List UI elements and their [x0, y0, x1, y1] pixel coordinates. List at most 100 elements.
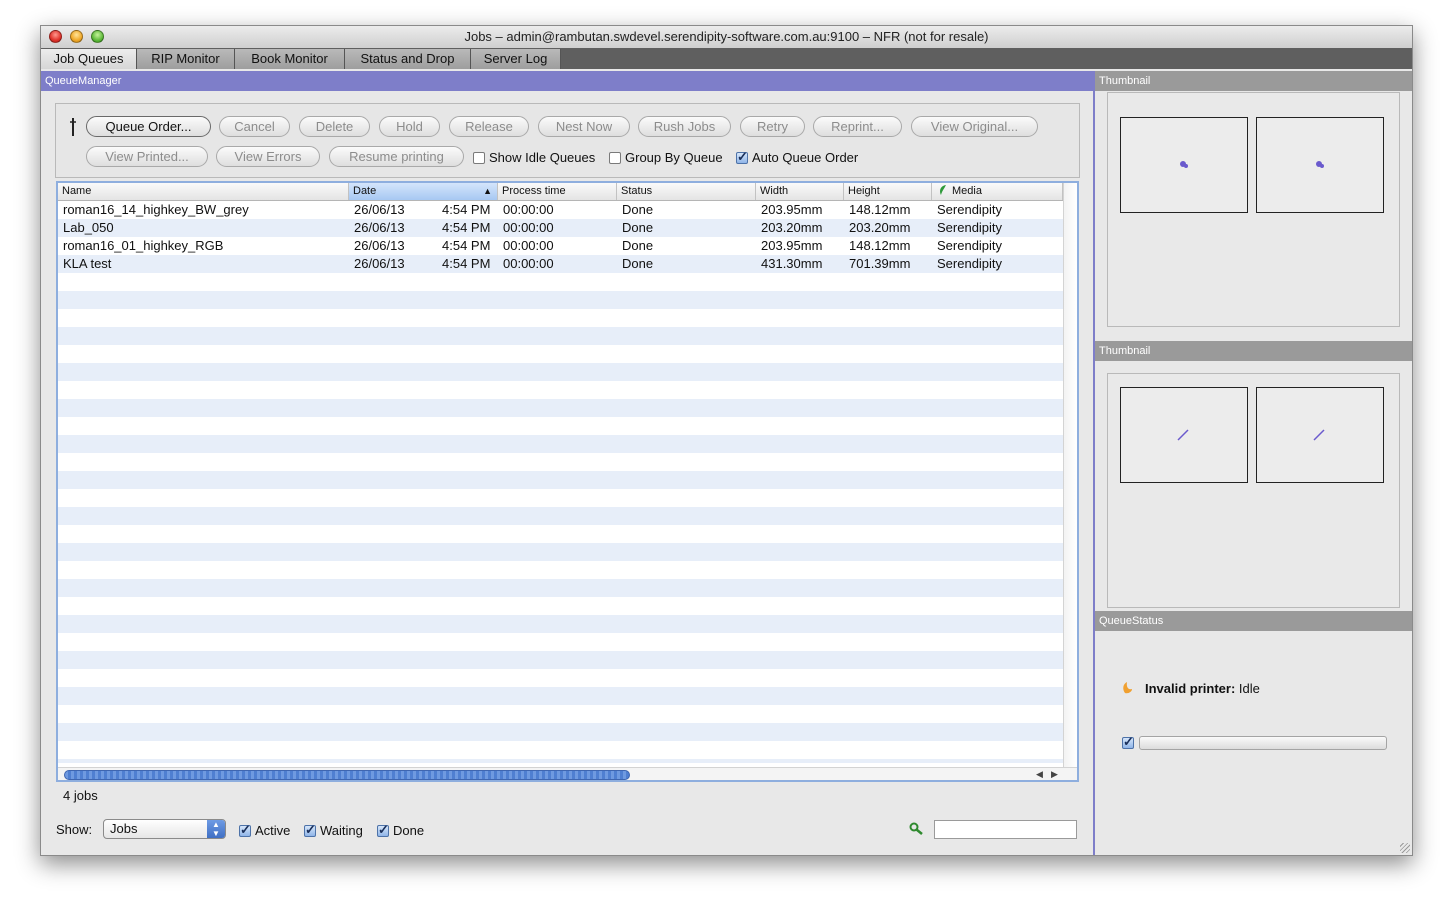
cell-height: 148.12mm: [849, 202, 911, 217]
cell-date: 26/06/13: [354, 202, 405, 217]
cell-process-time: 00:00:00: [503, 220, 554, 235]
tab-bar: Job Queues RIP Monitor Book Monitor Stat…: [41, 48, 1412, 69]
queue-order-button[interactable]: Queue Order...: [86, 116, 211, 137]
column-header-media[interactable]: Media: [932, 183, 1063, 200]
cell-name: roman16_01_highkey_RGB: [63, 238, 224, 253]
scroll-left-icon[interactable]: ◀: [1036, 769, 1043, 780]
scroll-right-icon[interactable]: ▶: [1051, 769, 1058, 780]
table-row[interactable]: roman16_01_highkey_RGB 26/06/13 4:54 PM …: [58, 237, 1063, 255]
cell-name: roman16_14_highkey_BW_grey: [63, 202, 249, 217]
cell-status: Done: [622, 202, 654, 217]
table-row[interactable]: KLA test 26/06/13 4:54 PM 00:00:00 Done …: [58, 255, 1063, 273]
rush-jobs-button[interactable]: Rush Jobs: [638, 116, 731, 137]
hold-button[interactable]: Hold: [379, 116, 440, 137]
thumbnail-mark: [1313, 429, 1325, 441]
thumbnail-header-1: Thumbnail: [1095, 71, 1412, 91]
cell-process-time: 00:00:00: [503, 202, 554, 217]
column-header-process-time[interactable]: Process time: [498, 183, 617, 200]
cell-time: 4:54 PM: [442, 220, 491, 235]
column-header-date[interactable]: Date ▲: [349, 183, 498, 200]
resume-printing-button[interactable]: Resume printing: [329, 146, 464, 167]
column-header-date-label: Date: [353, 185, 377, 197]
cell-process-time: 00:00:00: [503, 256, 554, 271]
search-input[interactable]: [934, 820, 1077, 839]
show-label: Show:: [56, 822, 93, 837]
tab-status-and-drop[interactable]: Status and Drop: [345, 49, 471, 69]
reprint-button[interactable]: Reprint...: [813, 116, 902, 137]
cell-media: Serendipity: [937, 202, 1003, 217]
window-title: Jobs – admin@rambutan.swdevel.serendipit…: [464, 29, 989, 44]
sort-ascending-icon: ▲: [483, 186, 492, 196]
cell-height: 701.39mm: [849, 256, 911, 271]
cell-date: 26/06/13: [354, 238, 405, 253]
thumbnail-image[interactable]: [1120, 117, 1248, 213]
column-header-name[interactable]: Name: [58, 183, 349, 200]
checkbox-box[interactable]: [377, 822, 389, 837]
tab-job-queues[interactable]: Job Queues: [41, 49, 137, 69]
retry-button[interactable]: Retry: [740, 116, 805, 137]
release-button[interactable]: Release: [449, 116, 529, 137]
drag-handle-icon[interactable]: [68, 116, 78, 138]
media-leaf-icon: [938, 184, 948, 202]
cell-status: Done: [622, 256, 654, 271]
checkbox-box[interactable]: [473, 152, 485, 164]
vertical-scrollbar[interactable]: [1063, 183, 1077, 767]
cell-width: 203.95mm: [761, 238, 823, 253]
tab-book-monitor[interactable]: Book Monitor: [235, 49, 345, 69]
printer-status: Invalid printer: Idle: [1145, 681, 1260, 696]
tab-rip-monitor[interactable]: RIP Monitor: [137, 49, 235, 69]
nest-now-button[interactable]: Nest Now: [538, 116, 630, 137]
view-original-button[interactable]: View Original...: [911, 116, 1038, 137]
queue-enabled-checkbox[interactable]: [1122, 734, 1134, 750]
auto-queue-order-checkbox[interactable]: Auto Queue Order: [736, 149, 858, 165]
checkbox-box[interactable]: [609, 152, 621, 164]
thumbnail-image[interactable]: [1256, 117, 1384, 213]
tab-server-log[interactable]: Server Log: [471, 49, 561, 69]
cell-width: 431.30mm: [761, 256, 823, 271]
horizontal-scroll-thumb[interactable]: [64, 770, 630, 780]
horizontal-scrollbar[interactable]: ◀ ▶: [58, 767, 1077, 780]
delete-button[interactable]: Delete: [299, 116, 370, 137]
jobs-table[interactable]: Name Date ▲ Process time Status Width He…: [56, 181, 1079, 782]
resize-grip-icon[interactable]: [1400, 843, 1410, 853]
table-header: Name Date ▲ Process time Status Width He…: [58, 183, 1063, 201]
thumbnail-image[interactable]: [1120, 387, 1248, 483]
checkbox-box[interactable]: [304, 822, 316, 837]
column-header-status[interactable]: Status: [617, 183, 756, 200]
view-errors-button[interactable]: View Errors: [216, 146, 320, 167]
active-filter-label: Active: [255, 823, 291, 838]
cell-date: 26/06/13: [354, 256, 405, 271]
printer-state: Idle: [1238, 681, 1260, 696]
show-idle-queues-checkbox[interactable]: Show Idle Queues: [473, 150, 595, 165]
queue-toolbar: Queue Order... Cancel Delete Hold Releas…: [55, 103, 1080, 178]
thumbnail-image[interactable]: [1256, 387, 1384, 483]
cell-status: Done: [622, 220, 654, 235]
cell-width: 203.95mm: [761, 202, 823, 217]
cell-height: 148.12mm: [849, 238, 911, 253]
cell-media: Serendipity: [937, 256, 1003, 271]
cell-date: 26/06/13: [354, 220, 405, 235]
checkbox-box[interactable]: [736, 149, 748, 164]
waiting-filter-checkbox[interactable]: Waiting: [304, 822, 363, 838]
table-row[interactable]: Lab_050 26/06/13 4:54 PM 00:00:00 Done 2…: [58, 219, 1063, 237]
jobs-window: Jobs – admin@rambutan.swdevel.serendipit…: [40, 25, 1413, 856]
active-filter-checkbox[interactable]: Active: [239, 822, 291, 838]
column-header-media-label: Media: [952, 185, 982, 197]
table-row[interactable]: roman16_14_highkey_BW_grey 26/06/13 4:54…: [58, 201, 1063, 219]
show-idle-queues-label: Show Idle Queues: [489, 150, 596, 165]
column-header-width[interactable]: Width: [756, 183, 844, 200]
show-type-select[interactable]: Jobs ▲ ▼: [103, 819, 226, 839]
done-filter-checkbox[interactable]: Done: [377, 822, 424, 838]
group-by-queue-checkbox[interactable]: Group By Queue: [609, 150, 723, 165]
panel-divider[interactable]: [1093, 71, 1095, 855]
column-header-height[interactable]: Height: [844, 183, 932, 200]
checkbox-box[interactable]: [239, 822, 251, 837]
view-printed-button[interactable]: View Printed...: [86, 146, 208, 167]
title-bar[interactable]: Jobs – admin@rambutan.swdevel.serendipit…: [41, 26, 1412, 49]
cell-time: 4:54 PM: [442, 202, 491, 217]
printer-status-icon: [1121, 681, 1133, 698]
waiting-filter-label: Waiting: [320, 823, 363, 838]
queue-status-header: QueueStatus: [1095, 611, 1412, 631]
cell-process-time: 00:00:00: [503, 238, 554, 253]
cancel-button[interactable]: Cancel: [219, 116, 290, 137]
